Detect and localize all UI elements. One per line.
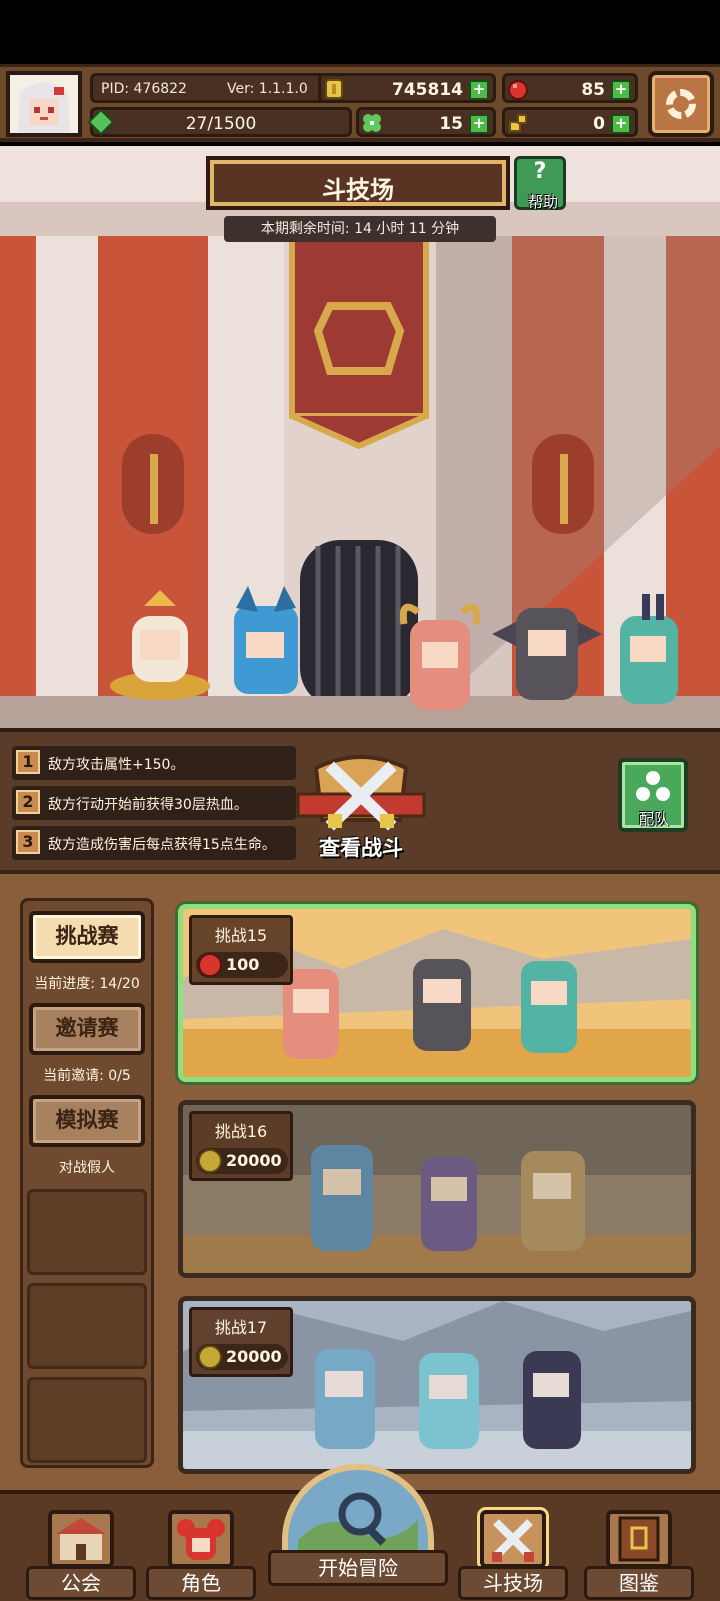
help-button[interactable]: ? 帮助 [514, 156, 566, 211]
challenge-name: 挑战15 [214, 926, 268, 945]
gold-key-counter: 0 + [502, 107, 638, 137]
character-icon [168, 1510, 234, 1568]
modifier-number: 1 [16, 750, 40, 774]
challenge-cost-value: 100 [226, 955, 260, 974]
team-icon [636, 771, 670, 801]
mock-description: 对战假人 [59, 1160, 115, 1176]
nav-codex-label: 图鉴 [584, 1566, 694, 1600]
empty-slot [27, 1283, 147, 1369]
arena-scene: 斗技场 ? 帮助 本期剩余时间: 14 小时 11 分钟 [0, 146, 720, 728]
clover-counter: 15 + [356, 107, 496, 137]
challenge-name: 挑战16 [214, 1122, 268, 1141]
modifier-number: 3 [16, 830, 40, 854]
nav-guild-label: 公会 [26, 1566, 136, 1600]
gear-icon [666, 89, 696, 119]
player-id: PID: 476822 [101, 81, 187, 97]
view-battle-label: 查看战斗 [319, 836, 403, 860]
status-bar [0, 0, 720, 64]
modifier-number: 2 [16, 790, 40, 814]
player-info-pill: PID: 476822 Ver: 1.1.1.0 [90, 73, 352, 103]
modifier-text: 敌方攻击属性+150。 [48, 757, 185, 773]
challenge-card[interactable]: 挑战16 20000 [178, 1100, 696, 1278]
season-timer: 本期剩余时间: 14 小时 11 分钟 [224, 216, 496, 242]
nav-guild[interactable]: 公会 [26, 1508, 136, 1601]
view-battle-button[interactable]: 查看战斗 [296, 750, 426, 862]
nav-arena[interactable]: 斗技场 [458, 1508, 568, 1601]
nav-start-adventure[interactable]: 开始冒险 [268, 1464, 448, 1598]
challenge-badge: 挑战15 100 [189, 915, 293, 985]
guild-hall-icon [48, 1510, 114, 1568]
gold-key-icon [509, 114, 527, 132]
coin-icon [198, 1149, 222, 1173]
red-gem-icon [198, 953, 222, 977]
arena-mode-panel: 挑战赛 当前进度: 14/20 邀请赛 当前邀请: 0/5 模拟赛 对战假人 挑… [0, 870, 720, 1490]
challenge-card[interactable]: 挑战15 100 [178, 904, 696, 1082]
challenge-cost: 100 [196, 952, 288, 978]
empty-slot [27, 1189, 147, 1275]
add-gold-key-button[interactable]: + [611, 114, 631, 134]
challenge-cost-value: 20000 [226, 1347, 282, 1366]
challenge-badge: 挑战17 20000 [189, 1307, 293, 1377]
gem-value: 85 [581, 80, 605, 100]
nav-character[interactable]: 角色 [146, 1508, 256, 1601]
team-setup-label: 配队 [638, 810, 669, 828]
add-gems-button[interactable]: + [611, 80, 631, 100]
add-coins-button[interactable]: + [469, 80, 489, 100]
question-mark-icon: ? [533, 159, 547, 184]
nav-start-adventure-label: 开始冒险 [268, 1550, 448, 1586]
mode-sidebar: 挑战赛 当前进度: 14/20 邀请赛 当前邀请: 0/5 模拟赛 对战假人 [20, 898, 154, 1468]
stamina-value: 27/1500 [185, 114, 257, 134]
crossed-swords-icon [480, 1510, 546, 1568]
tab-challenge[interactable]: 挑战赛 [29, 911, 145, 963]
enemy-modifiers-strip: 1 敌方攻击属性+150。 2 敌方行动开始前获得30层热血。 3 敌方造成伤害… [0, 728, 720, 870]
challenge-name: 挑战17 [214, 1318, 268, 1337]
tab-mock[interactable]: 模拟赛 [29, 1095, 145, 1147]
gem-counter: 85 + [502, 73, 638, 103]
challenge-cost: 20000 [196, 1344, 288, 1370]
modifier-text: 敌方行动开始前获得30层热血。 [48, 797, 248, 813]
challenge-progress: 当前进度: 14/20 [34, 976, 140, 992]
add-clover-button[interactable]: + [469, 114, 489, 134]
challenge-cost: 20000 [196, 1148, 288, 1174]
page-title: 斗技场 [322, 176, 394, 204]
clover-icon [363, 114, 381, 132]
crossed-swords-icon [296, 755, 426, 831]
modifier-item: 2 敌方行动开始前获得30层热血。 [12, 786, 296, 820]
coin-counter: 745814 + [318, 73, 496, 103]
nav-character-label: 角色 [146, 1566, 256, 1600]
coin-icon [325, 79, 343, 99]
challenge-badge: 挑战16 20000 [189, 1111, 293, 1181]
game-version: Ver: 1.1.1.0 [227, 81, 308, 97]
bottom-navigation: 公会 角色 开始冒险 斗技场 图鉴 [0, 1464, 720, 1601]
team-setup-button[interactable]: 配队 [618, 758, 688, 832]
coin-value: 745814 [392, 80, 463, 100]
player-avatar[interactable] [6, 71, 82, 137]
invite-progress: 当前邀请: 0/5 [43, 1068, 131, 1084]
challenge-card[interactable]: 挑战17 20000 [178, 1296, 696, 1474]
modifier-item: 3 敌方造成伤害后每点获得15点生命。 [12, 826, 296, 860]
nav-arena-label: 斗技场 [458, 1566, 568, 1600]
top-hud: PID: 476822 Ver: 1.1.1.0 745814 + 85 + 2… [0, 64, 720, 142]
modifier-text: 敌方造成伤害后每点获得15点生命。 [48, 837, 276, 853]
challenge-cost-value: 20000 [226, 1151, 282, 1170]
help-label: 帮助 [527, 193, 558, 211]
arena-title-banner: 斗技场 [206, 156, 510, 210]
red-gem-icon [508, 80, 528, 100]
modifier-item: 1 敌方攻击属性+150。 [12, 746, 296, 780]
nav-codex[interactable]: 图鉴 [584, 1508, 694, 1601]
gold-key-value: 0 [593, 114, 605, 134]
empty-slot [27, 1377, 147, 1463]
clover-value: 15 [439, 114, 463, 134]
stamina-bar: 27/1500 [87, 107, 352, 137]
avatar-portrait-icon [10, 75, 78, 133]
book-icon [606, 1510, 672, 1568]
coin-icon [198, 1345, 222, 1369]
tab-invite[interactable]: 邀请赛 [29, 1003, 145, 1055]
settings-button[interactable] [648, 71, 714, 137]
